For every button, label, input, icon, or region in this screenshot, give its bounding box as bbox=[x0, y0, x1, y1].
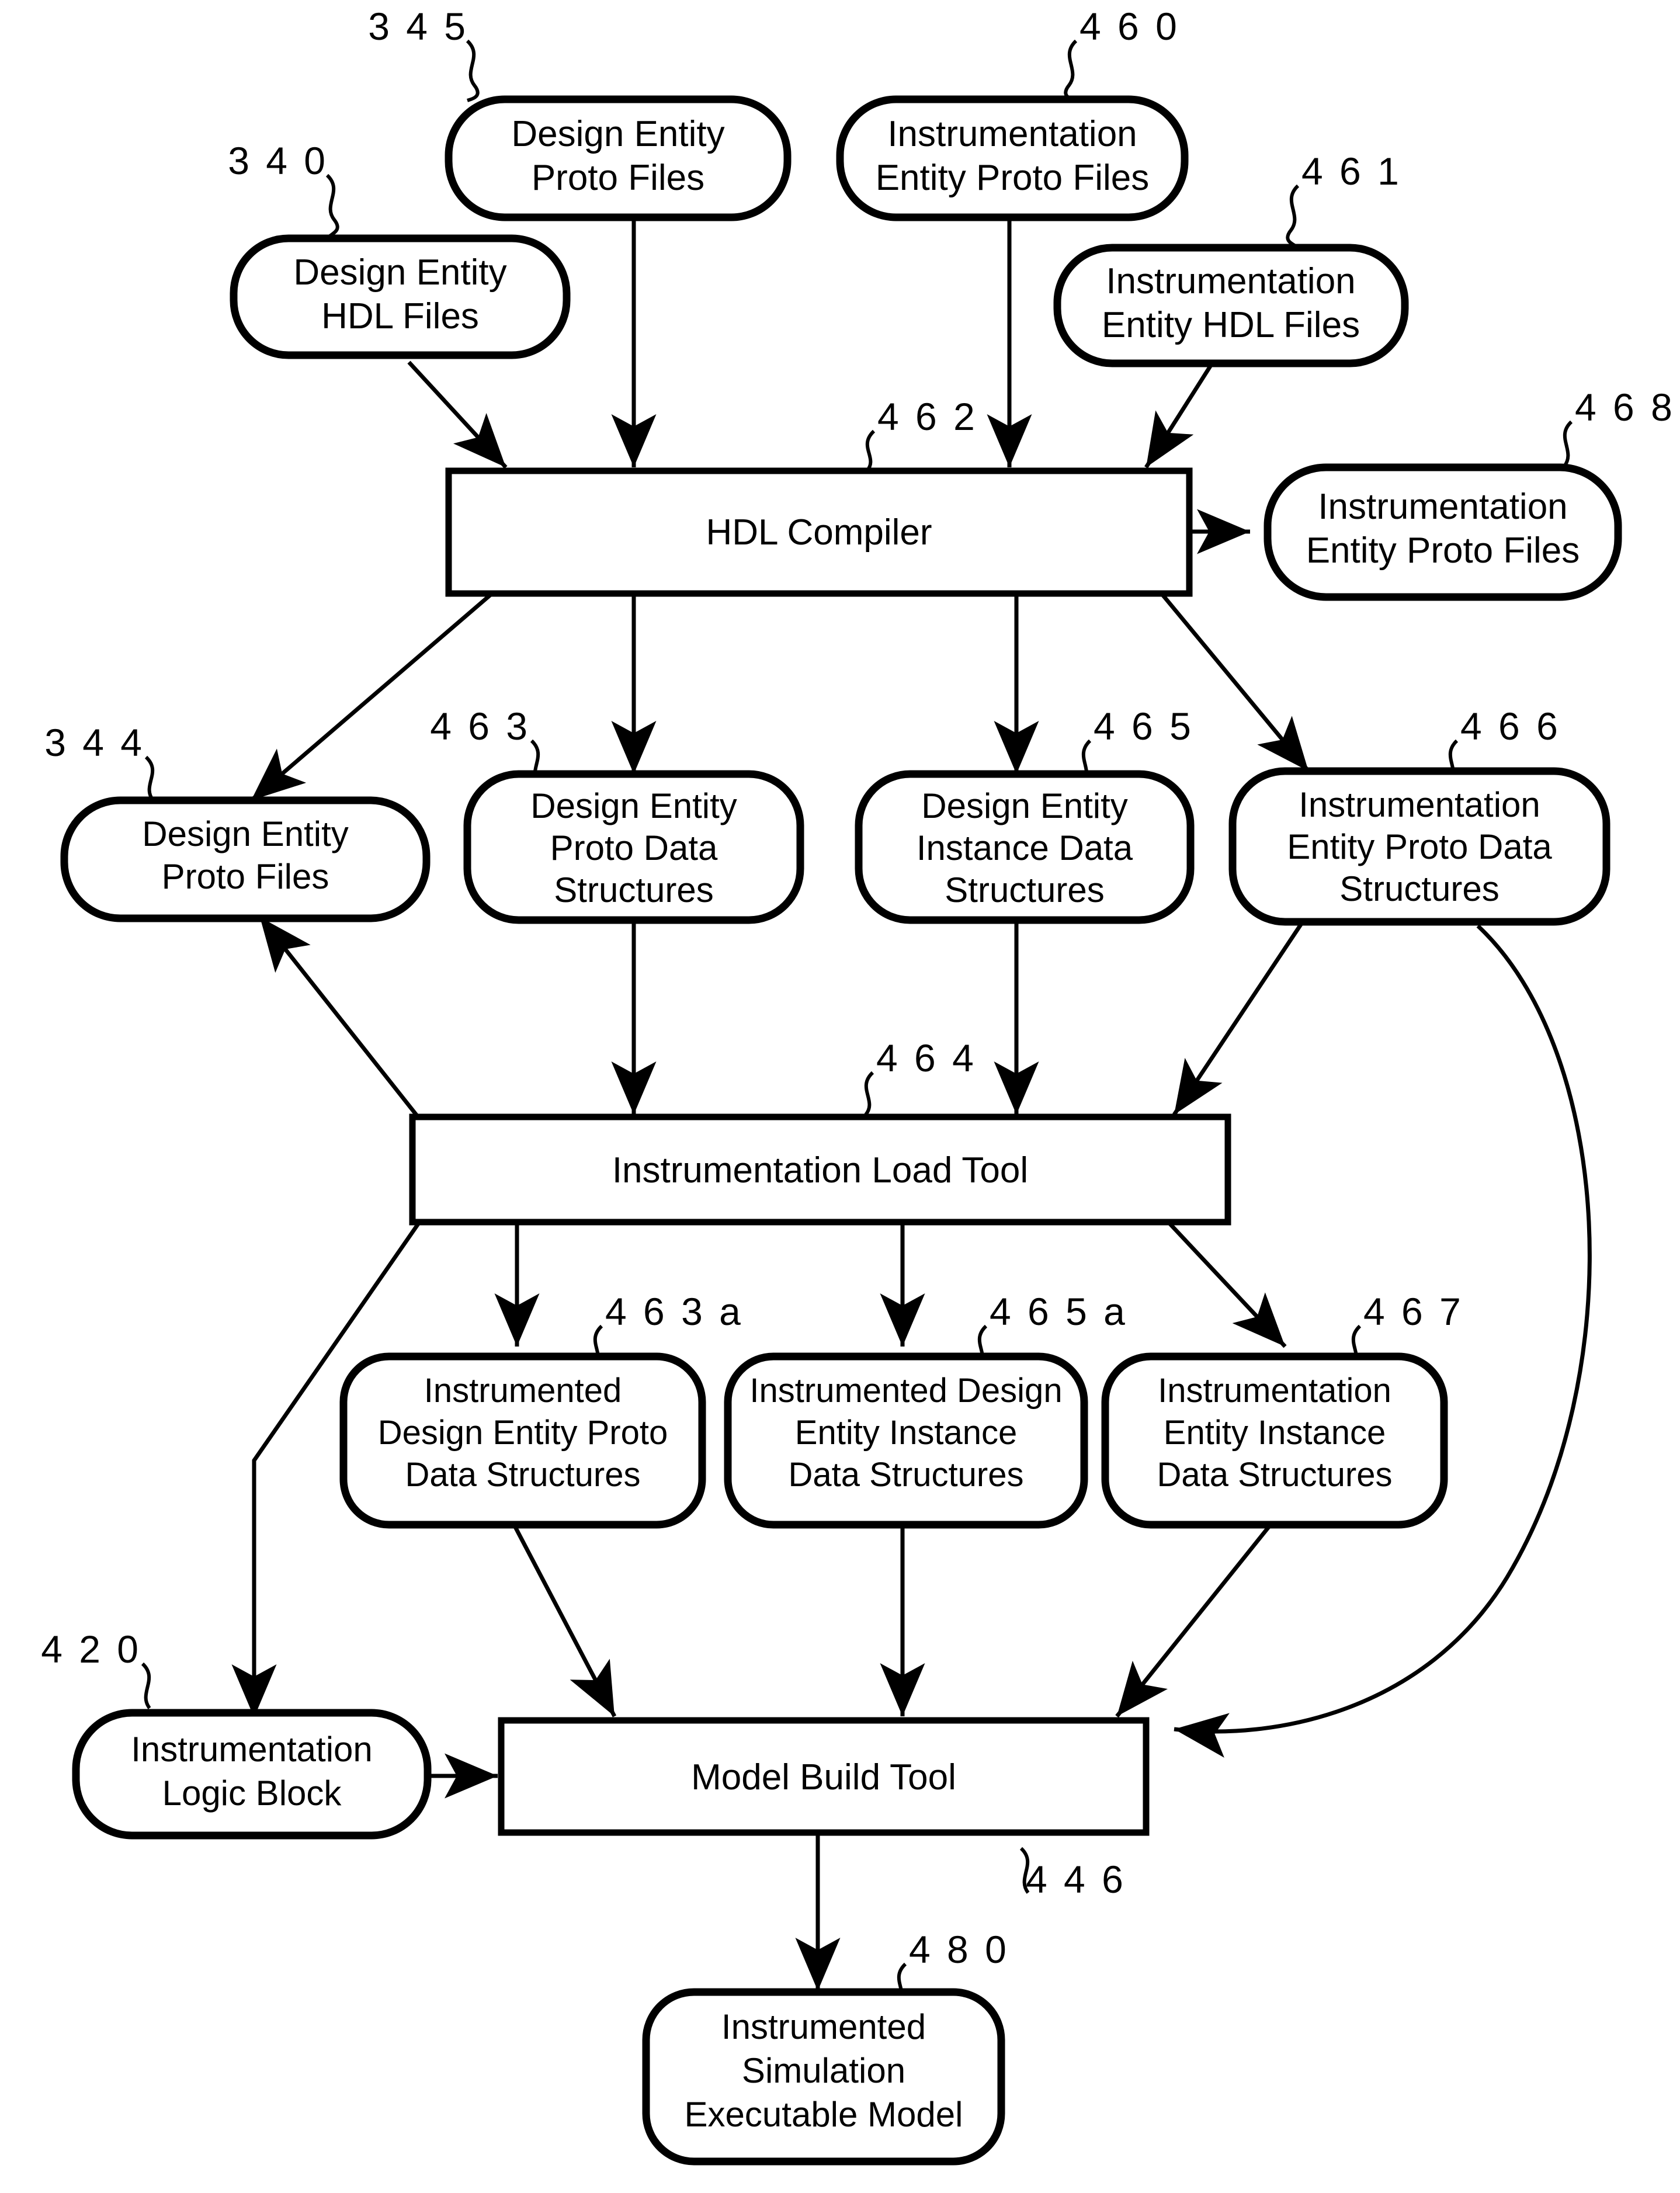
node-465-line-2: Structures bbox=[945, 870, 1104, 910]
leader-420 bbox=[141, 1662, 151, 1709]
node-468[interactable]: Instrumentation Entity Proto Files bbox=[1264, 463, 1622, 601]
ref-number-465a: 4 6 5 a bbox=[990, 1290, 1128, 1333]
node-460[interactable]: Instrumentation Entity Proto Files bbox=[836, 95, 1189, 221]
node-465a-line-2: Data Structures bbox=[789, 1456, 1024, 1494]
node-345[interactable]: Design Entity Proto Files bbox=[445, 95, 792, 221]
ref-number-420: 4 2 0 bbox=[41, 1628, 141, 1671]
node-420-line-1: Logic Block bbox=[162, 1774, 342, 1813]
node-465a[interactable]: Instrumented Design Entity Instance Data… bbox=[724, 1352, 1088, 1529]
node-340-line-0: Design Entity bbox=[293, 252, 506, 293]
edge-467-to-446 bbox=[1115, 1523, 1272, 1718]
node-467[interactable]: Instrumentation Entity Instance Data Str… bbox=[1101, 1352, 1448, 1529]
ref-number-465: 4 6 5 bbox=[1094, 705, 1194, 748]
node-461[interactable]: Instrumentation Entity HDL Files bbox=[1053, 244, 1409, 367]
leader-461 bbox=[1286, 184, 1300, 249]
node-465-line-1: Instance Data bbox=[917, 828, 1133, 868]
edge-461-to-462 bbox=[1144, 362, 1214, 469]
node-466-line-2: Structures bbox=[1339, 869, 1499, 908]
node-465[interactable]: Design Entity Instance Data Structures bbox=[855, 770, 1195, 924]
ref-number-345: 3 4 5 bbox=[368, 5, 468, 48]
leader-460 bbox=[1064, 39, 1078, 102]
node-345-line-1: Proto Files bbox=[532, 158, 704, 198]
node-463a-line-0: Instrumented bbox=[424, 1372, 622, 1410]
patent-flow-diagram: 3 4 5 3 4 0 4 6 0 4 6 1 4 6 2 4 6 8 3 4 … bbox=[41, 5, 1675, 2166]
node-464[interactable]: Instrumentation Load Tool bbox=[409, 1113, 1231, 1226]
node-461-line-1: Entity HDL Files bbox=[1102, 305, 1360, 345]
node-446[interactable]: Model Build Tool bbox=[498, 1717, 1150, 1836]
ref-number-340: 3 4 0 bbox=[228, 139, 328, 182]
leader-345 bbox=[466, 39, 480, 102]
leader-340 bbox=[325, 174, 339, 240]
node-480-line-2: Executable Model bbox=[685, 2095, 963, 2134]
node-468-line-0: Instrumentation bbox=[1318, 487, 1567, 527]
figure-canvas: 3 4 5 3 4 0 4 6 0 4 6 1 4 6 2 4 6 8 3 4 … bbox=[0, 0, 1680, 2193]
node-465a-line-0: Instrumented Design bbox=[749, 1372, 1062, 1410]
node-463a-line-1: Design Entity Proto bbox=[378, 1414, 668, 1452]
ref-number-480: 4 8 0 bbox=[909, 1928, 1009, 1971]
ref-number-463a: 4 6 3 a bbox=[605, 1290, 744, 1333]
ref-number-460: 4 6 0 bbox=[1079, 5, 1180, 48]
node-468-line-1: Entity Proto Files bbox=[1306, 530, 1580, 571]
node-446-line-0: Model Build Tool bbox=[691, 1757, 956, 1798]
edge-466-to-464 bbox=[1172, 921, 1304, 1116]
node-463a[interactable]: Instrumented Design Entity Proto Data St… bbox=[339, 1352, 706, 1529]
node-420-line-0: Instrumentation bbox=[131, 1730, 373, 1769]
node-463a-line-2: Data Structures bbox=[405, 1456, 641, 1494]
ref-number-446: 4 4 6 bbox=[1026, 1858, 1126, 1901]
edge-464-to-344 bbox=[258, 915, 421, 1120]
node-466[interactable]: Instrumentation Entity Proto Data Struct… bbox=[1228, 767, 1610, 926]
node-463-line-2: Structures bbox=[554, 870, 713, 910]
ref-number-344: 3 4 4 bbox=[44, 721, 145, 764]
node-345-line-0: Design Entity bbox=[511, 114, 724, 154]
node-480-line-0: Instrumented bbox=[721, 2007, 926, 2046]
edge-340-to-462 bbox=[407, 360, 508, 469]
ref-number-466: 4 6 6 bbox=[1460, 705, 1561, 748]
node-420[interactable]: Instrumentation Logic Block bbox=[72, 1709, 432, 1840]
node-462-line-0: HDL Compiler bbox=[706, 512, 932, 553]
node-466-line-0: Instrumentation bbox=[1299, 785, 1540, 824]
node-465-line-0: Design Entity bbox=[921, 786, 1128, 825]
node-467-line-2: Data Structures bbox=[1157, 1456, 1393, 1494]
node-480[interactable]: Instrumented Simulation Executable Model bbox=[642, 1988, 1005, 2166]
edge-462-to-344 bbox=[249, 593, 492, 802]
node-467-line-1: Entity Instance bbox=[1164, 1414, 1386, 1452]
edge-464-to-467 bbox=[1167, 1220, 1287, 1348]
ref-number-462: 4 6 2 bbox=[877, 395, 978, 438]
node-340-line-1: HDL Files bbox=[321, 296, 479, 336]
ref-number-463: 4 6 3 bbox=[430, 705, 530, 748]
node-463-line-1: Proto Data bbox=[550, 828, 718, 868]
node-layer: Design Entity Proto Files Design Entity … bbox=[60, 95, 1622, 2166]
node-465a-line-1: Entity Instance bbox=[795, 1414, 1017, 1452]
node-344-line-1: Proto Files bbox=[162, 857, 329, 896]
node-462[interactable]: HDL Compiler bbox=[445, 467, 1193, 597]
node-340[interactable]: Design Entity HDL Files bbox=[230, 234, 571, 359]
node-467-line-0: Instrumentation bbox=[1158, 1372, 1391, 1410]
leader-344 bbox=[144, 755, 155, 801]
node-460-line-1: Entity Proto Files bbox=[876, 158, 1150, 198]
ref-number-468: 4 6 8 bbox=[1575, 386, 1675, 429]
ref-number-461: 4 6 1 bbox=[1301, 150, 1402, 193]
node-463[interactable]: Design Entity Proto Data Structures bbox=[463, 770, 804, 924]
node-460-line-0: Instrumentation bbox=[887, 114, 1137, 154]
node-344[interactable]: Design Entity Proto Files bbox=[60, 796, 431, 922]
ref-number-467: 4 6 7 bbox=[1363, 1290, 1464, 1333]
edge-463a-to-446 bbox=[512, 1524, 617, 1717]
node-463-line-0: Design Entity bbox=[530, 786, 737, 825]
leader-462 bbox=[865, 429, 876, 473]
node-466-line-1: Entity Proto Data bbox=[1287, 827, 1552, 866]
ref-number-464: 4 6 4 bbox=[876, 1036, 977, 1080]
leader-468 bbox=[1563, 420, 1573, 467]
leader-464 bbox=[864, 1071, 874, 1116]
node-480-line-1: Simulation bbox=[742, 2051, 905, 2090]
node-464-line-0: Instrumentation Load Tool bbox=[612, 1150, 1028, 1191]
node-461-line-0: Instrumentation bbox=[1106, 261, 1355, 301]
node-344-line-0: Design Entity bbox=[142, 814, 349, 853]
